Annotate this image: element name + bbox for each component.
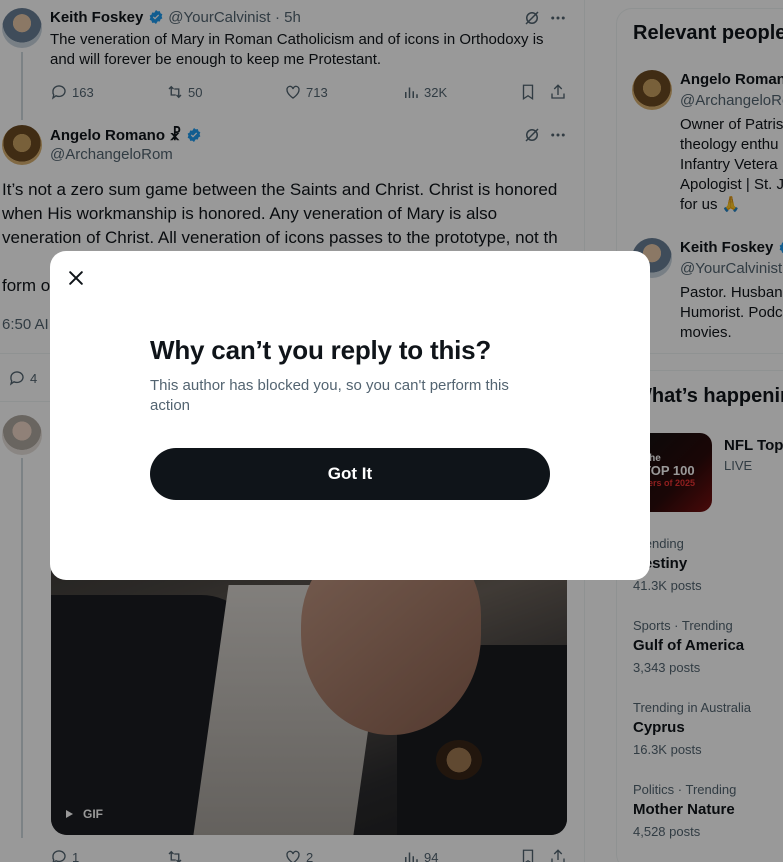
close-button[interactable] [64, 266, 88, 290]
close-icon [69, 271, 83, 285]
dialog-title: Why can’t you reply to this? [150, 335, 492, 365]
dialog-description: This author has blocked you, so you can'… [150, 377, 509, 414]
blocked-reply-dialog: Why can’t you reply to this? This author… [50, 251, 650, 580]
got-it-button[interactable]: Got It [150, 448, 550, 500]
